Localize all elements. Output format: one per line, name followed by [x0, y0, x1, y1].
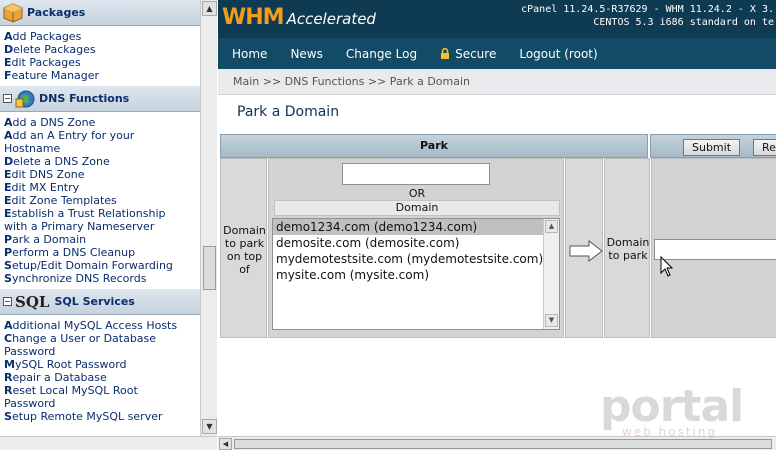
- packages-section-header[interactable]: Packages: [0, 0, 200, 26]
- dns-link[interactable]: Edit DNS Zone: [4, 168, 200, 181]
- dns-link[interactable]: Add an A Entry for your: [4, 129, 200, 142]
- domain-option[interactable]: mydemotestsite.com (mydemotestsite.com): [273, 251, 559, 267]
- top-nav: Home News Change Log Secure Logout (root…: [218, 38, 776, 69]
- watermark-tagline: web hosting: [622, 425, 718, 439]
- logo-whm-text: WHM: [222, 5, 285, 30]
- listbox-down-icon[interactable]: ▼: [545, 314, 558, 327]
- domain-select-cell: OR Domain demo1234.com (demo1234.com) dem…: [268, 158, 564, 338]
- domain-to-park-input-cell: [651, 158, 776, 338]
- packages-link[interactable]: Edit Packages: [4, 56, 200, 69]
- domain-listbox[interactable]: demo1234.com (demo1234.com) demosite.com …: [272, 218, 560, 330]
- arrow-cell: [565, 158, 603, 338]
- whm-logo[interactable]: WHM Accelerated: [222, 5, 376, 30]
- packages-link[interactable]: Add Packages: [4, 30, 200, 43]
- park-on-top-label: Domain to park on top of: [223, 224, 266, 276]
- dns-link[interactable]: Delete a DNS Zone: [4, 155, 200, 168]
- dns-link[interactable]: Perform a DNS Cleanup: [4, 246, 200, 259]
- sql-link[interactable]: Repair a Database: [4, 371, 200, 384]
- domain-option[interactable]: mysite.com (mysite.com): [273, 267, 559, 283]
- main-hscroll-thumb[interactable]: [234, 439, 772, 449]
- dns-links: Add a DNS Zone Add an A Entry for your Hos…: [0, 112, 200, 289]
- domain-text-input[interactable]: [342, 163, 490, 185]
- reset-button[interactable]: Re: [753, 139, 776, 156]
- sql-link[interactable]: Setup Remote MySQL server: [4, 410, 200, 423]
- globe-icon: [15, 89, 35, 109]
- nav-secure-label: Secure: [455, 46, 497, 61]
- nav-home[interactable]: Home: [232, 47, 267, 61]
- packages-title: Packages: [27, 6, 86, 19]
- dns-link[interactable]: Establish a Trust Relationship: [4, 207, 200, 220]
- or-label: OR: [408, 187, 426, 200]
- watermark-brand: portal: [600, 381, 744, 432]
- nav-logout[interactable]: Logout (root): [519, 47, 597, 61]
- nav-secure[interactable]: Secure: [440, 47, 496, 61]
- dns-link[interactable]: Edit Zone Templates: [4, 194, 200, 207]
- dns-link[interactable]: Add a DNS Zone: [4, 116, 200, 129]
- sql-logo-icon: SQL: [15, 292, 50, 311]
- version-line-1: cPanel 11.24.5-R37629 - WHM 11.24.2 - X …: [521, 4, 774, 15]
- sql-link[interactable]: MySQL Root Password: [4, 358, 200, 371]
- sql-link[interactable]: Password: [4, 397, 200, 410]
- listbox-up-icon[interactable]: ▲: [545, 220, 558, 233]
- nav-news[interactable]: News: [290, 47, 322, 61]
- domain-to-park-label-cell: Domain to park: [604, 158, 650, 338]
- packages-link[interactable]: Feature Manager: [4, 69, 200, 82]
- lock-icon: [441, 48, 450, 59]
- submit-button[interactable]: Submit: [683, 139, 741, 156]
- dns-link[interactable]: Edit MX Entry: [4, 181, 200, 194]
- park-on-top-label-cell: Domain to park on top of: [220, 158, 267, 338]
- sidebar: Packages Add Packages Delete Packages Edit…: [0, 0, 200, 436]
- sql-link[interactable]: Additional MySQL Access Hosts: [4, 319, 200, 332]
- packages-link[interactable]: Delete Packages: [4, 43, 200, 56]
- packages-icon: [3, 2, 23, 23]
- breadcrumb: Main >> DNS Functions >> Park a Domain: [218, 69, 776, 95]
- dns-link[interactable]: Synchronize DNS Records: [4, 272, 200, 285]
- dns-link[interactable]: Park a Domain: [4, 233, 200, 246]
- dns-link[interactable]: Setup/Edit Domain Forwarding: [4, 259, 200, 272]
- scroll-left-icon[interactable]: ◀: [219, 438, 232, 450]
- park-header: Park: [220, 134, 648, 158]
- page-title: Park a Domain: [237, 104, 340, 120]
- sql-links: Additional MySQL Access Hosts Change a Us…: [0, 315, 200, 427]
- sql-title: SQL Services: [54, 295, 135, 308]
- collapse-icon[interactable]: −: [3, 297, 12, 306]
- dns-title: DNS Functions: [39, 92, 130, 105]
- submit-header: Submit Re: [650, 134, 776, 158]
- sidebar-scroll-thumb[interactable]: [203, 246, 216, 290]
- scroll-down-icon[interactable]: ▼: [202, 419, 217, 434]
- sidebar-hscrollbar[interactable]: [0, 436, 217, 450]
- nav-change-log[interactable]: Change Log: [346, 47, 417, 61]
- sql-link[interactable]: Change a User or Database: [4, 332, 200, 345]
- domain-to-park-label: Domain to park: [606, 236, 650, 262]
- portal-watermark: portal web hosting: [600, 381, 744, 440]
- browser-frame: Packages Add Packages Delete Packages Edit…: [0, 0, 776, 450]
- sql-link[interactable]: Reset Local MySQL Root: [4, 384, 200, 397]
- domain-options: demo1234.com (demo1234.com) demosite.com …: [273, 219, 559, 283]
- dns-link[interactable]: Hostname: [4, 142, 200, 155]
- dns-link[interactable]: with a Primary Nameserver: [4, 220, 200, 233]
- collapse-icon[interactable]: −: [3, 94, 12, 103]
- header-bar: WHM Accelerated cPanel 11.24.5-R37629 - …: [218, 0, 776, 38]
- sidebar-scrollbar[interactable]: ▲ ▼: [200, 0, 217, 436]
- mouse-cursor-icon: [660, 256, 674, 277]
- scroll-up-icon[interactable]: ▲: [202, 1, 217, 16]
- sql-section-header[interactable]: − SQL SQL Services: [0, 289, 200, 315]
- domain-option[interactable]: demosite.com (demosite.com): [273, 235, 559, 251]
- packages-links: Add Packages Delete Packages Edit Packages…: [0, 26, 200, 86]
- main-frame: WHM Accelerated cPanel 11.24.5-R37629 - …: [218, 0, 776, 436]
- right-arrow-icon: [569, 240, 603, 262]
- version-line-2: CENTOS 5.3 i686 standard on te: [593, 17, 774, 28]
- logo-accelerated-text: Accelerated: [286, 10, 376, 28]
- domain-option[interactable]: demo1234.com (demo1234.com): [273, 219, 559, 235]
- domain-column-label: Domain: [274, 200, 560, 216]
- version-info: cPanel 11.24.5-R37629 - WHM 11.24.2 - X …: [521, 3, 774, 29]
- sql-link[interactable]: Password: [4, 345, 200, 358]
- dns-section-header[interactable]: − DNS Functions: [0, 86, 200, 112]
- listbox-scrollbar[interactable]: ▲ ▼: [543, 219, 559, 329]
- park-form: Park Submit Re Domain to park on top of …: [220, 134, 776, 338]
